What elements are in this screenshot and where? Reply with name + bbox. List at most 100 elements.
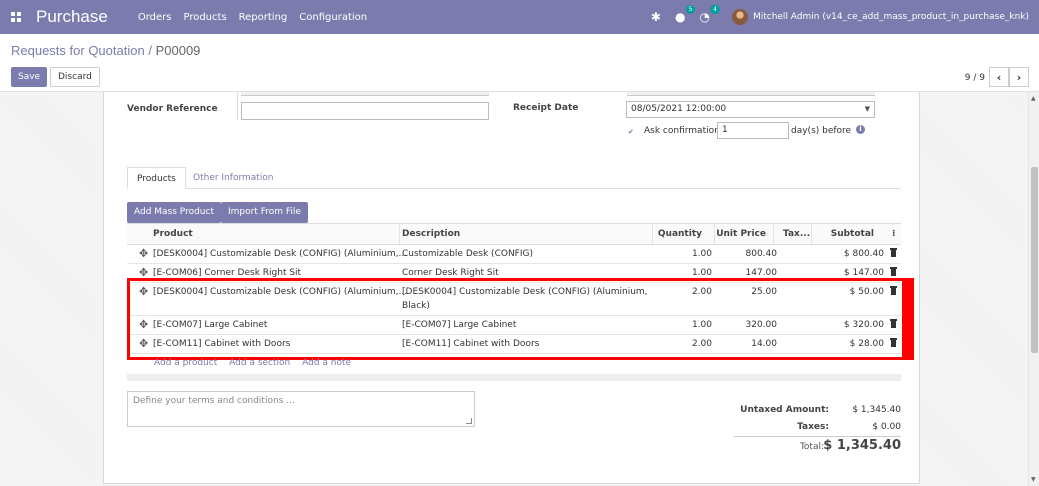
row-description-line2: Black) — [402, 301, 430, 311]
table-row[interactable]: ✥ [E-COM06] Corner Desk Right Sit Corner… — [127, 264, 901, 283]
row-subtotal: $ 320.00 — [843, 320, 884, 330]
row-quantity[interactable]: 1.00 — [654, 267, 712, 279]
form-content: Vendor Reference Receipt Date 08/05/2021… — [0, 92, 1039, 486]
tab-other-information[interactable]: Other Information — [184, 167, 283, 189]
vendor-reference-label: Vendor Reference — [127, 104, 218, 114]
totals-divider — [734, 436, 901, 437]
control-panel: Requests for Quotation / P00009 Save Dis… — [0, 34, 1039, 92]
vendor-reference-input[interactable] — [241, 102, 489, 120]
row-unit-price[interactable]: 14.00 — [716, 338, 777, 350]
column-separator — [652, 224, 653, 246]
app-name[interactable]: Purchase — [36, 7, 108, 27]
pager-value[interactable]: 9 / 9 — [965, 73, 985, 83]
user-name[interactable]: Mitchell Admin (v14_ce_add_mass_product_… — [753, 12, 1029, 22]
header-product[interactable]: Product — [153, 224, 193, 245]
row-quantity[interactable]: 1.00 — [654, 248, 712, 260]
ask-confirmation-days-input[interactable]: 1 — [717, 122, 789, 139]
add-mass-product-button[interactable]: Add Mass Product — [127, 202, 221, 223]
header-description[interactable]: Description — [402, 224, 460, 245]
row-unit-price[interactable]: 147.00 — [716, 267, 778, 279]
resize-handle-icon[interactable] — [466, 418, 472, 424]
add-section-link[interactable]: Add a section — [229, 358, 290, 368]
row-description[interactable]: [E-COM07] Large Cabinet — [402, 319, 516, 331]
header-quantity[interactable]: Quantity — [654, 224, 702, 245]
table-row[interactable]: ✥ [E-COM11] Cabinet with Doors [E-COM11]… — [127, 335, 901, 354]
ask-confirmation-label: Ask confirmation — [644, 126, 720, 136]
table-row[interactable]: ✥ [DESK0004] Customizable Desk (CONFIG) … — [127, 245, 901, 264]
row-product[interactable]: [E-COM07] Large Cabinet — [153, 319, 267, 331]
label-divider — [237, 92, 238, 120]
breadcrumb-separator: / — [148, 43, 152, 58]
receipt-date-value: 08/05/2021 12:00:00 — [631, 104, 727, 114]
drag-handle-icon[interactable]: ✥ — [139, 286, 148, 297]
menu-orders[interactable]: Orders — [138, 12, 172, 23]
row-quantity[interactable]: 2.00 — [654, 338, 712, 350]
apps-menu-icon[interactable] — [11, 12, 23, 22]
pager-next-button[interactable]: › — [1009, 67, 1029, 87]
activity-badge: 4 — [710, 5, 720, 14]
systray: ✱ ● 5 ◔ 4 Mitchell Admin (v14_ce_add_mass_… — [637, 0, 1029, 34]
table-row[interactable]: ✥ [DESK0004] Customizable Desk (CONFIG) … — [127, 283, 901, 316]
drag-handle-icon[interactable]: ✥ — [139, 338, 148, 349]
add-note-link[interactable]: Add a note — [302, 358, 351, 368]
vertical-scrollbar[interactable]: ▲ ▼ — [1028, 92, 1039, 486]
row-description[interactable]: [DESK0004] Customizable Desk (CONFIG) (A… — [402, 286, 648, 312]
trash-icon[interactable] — [890, 338, 897, 347]
trash-icon[interactable] — [890, 319, 897, 328]
drag-handle-icon[interactable]: ✥ — [139, 248, 148, 259]
add-product-link[interactable]: Add a product — [154, 358, 217, 368]
bug-icon[interactable]: ✱ — [651, 10, 661, 24]
order-lines-table: Product Description Quantity Unit Price … — [127, 223, 901, 354]
drag-handle-icon[interactable]: ✥ — [139, 319, 148, 330]
save-button[interactable]: Save — [11, 67, 48, 87]
untaxed-amount-label: Untaxed Amount: — [740, 405, 829, 415]
row-description[interactable]: Corner Desk Right Sit — [402, 267, 499, 279]
scroll-down-icon[interactable]: ▼ — [1031, 476, 1036, 483]
header-subtotal[interactable]: Subtotal — [813, 224, 874, 245]
row-subtotal: $ 800.40 — [843, 249, 884, 259]
row-description[interactable]: [E-COM11] Cabinet with Doors — [402, 338, 539, 350]
trash-icon[interactable] — [890, 248, 897, 257]
menu-products[interactable]: Products — [183, 12, 226, 23]
breadcrumb-parent[interactable]: Requests for Quotation — [11, 43, 145, 58]
row-subtotal: $ 28.00 — [849, 339, 884, 349]
column-separator — [773, 224, 774, 246]
drag-handle-icon[interactable]: ✥ — [139, 267, 148, 278]
import-from-file-button[interactable]: Import From File — [221, 202, 308, 223]
trash-icon[interactable] — [890, 267, 897, 276]
chat-badge: 5 — [685, 5, 696, 14]
receipt-date-select[interactable]: 08/05/2021 12:00:00 ▼ — [626, 101, 875, 118]
trash-icon[interactable] — [890, 286, 897, 295]
row-quantity[interactable]: 2.00 — [654, 286, 712, 298]
row-quantity[interactable]: 1.00 — [654, 319, 712, 331]
scroll-thumb[interactable] — [1031, 167, 1038, 353]
header-taxes[interactable]: Tax... — [783, 224, 810, 245]
discard-button[interactable]: Discard — [50, 67, 100, 87]
row-unit-price[interactable]: 320.00 — [716, 319, 778, 331]
chat-icon[interactable]: ● 5 — [675, 5, 696, 24]
activity-icon[interactable]: ◔ 4 — [699, 5, 720, 24]
row-product[interactable]: [DESK0004] Customizable Desk (CONFIG) (A… — [153, 248, 407, 260]
menu-reporting[interactable]: Reporting — [239, 12, 288, 23]
row-subtotal: $ 50.00 — [849, 287, 884, 297]
terms-textarea[interactable]: Define your terms and conditions ... — [127, 391, 475, 427]
table-footer — [127, 374, 901, 381]
tab-products[interactable]: Products — [127, 167, 186, 189]
row-unit-price[interactable]: 25.00 — [716, 286, 777, 298]
row-product[interactable]: [E-COM11] Cabinet with Doors — [153, 338, 290, 350]
scroll-up-icon[interactable]: ▲ — [1031, 95, 1036, 102]
pager-previous-button[interactable]: ‹ — [989, 67, 1009, 87]
optional-columns-icon[interactable]: ⁝ — [892, 224, 895, 245]
menu-configuration[interactable]: Configuration — [299, 12, 367, 23]
row-description[interactable]: Customizable Desk (CONFIG) — [402, 248, 533, 260]
table-row[interactable]: ✥ [E-COM07] Large Cabinet [E-COM07] Larg… — [127, 316, 901, 335]
table-header: Product Description Quantity Unit Price … — [127, 223, 901, 246]
header-unit-price[interactable]: Unit Price — [716, 224, 766, 245]
avatar[interactable] — [731, 9, 748, 25]
row-product[interactable]: [E-COM06] Corner Desk Right Sit — [153, 267, 301, 279]
info-icon[interactable]: i — [856, 125, 865, 134]
row-product[interactable]: [DESK0004] Customizable Desk (CONFIG) (A… — [153, 286, 407, 298]
row-unit-price[interactable]: 800.40 — [716, 248, 778, 260]
ask-confirmation-checkbox[interactable]: ✔ — [628, 128, 637, 137]
column-separator — [811, 224, 812, 246]
